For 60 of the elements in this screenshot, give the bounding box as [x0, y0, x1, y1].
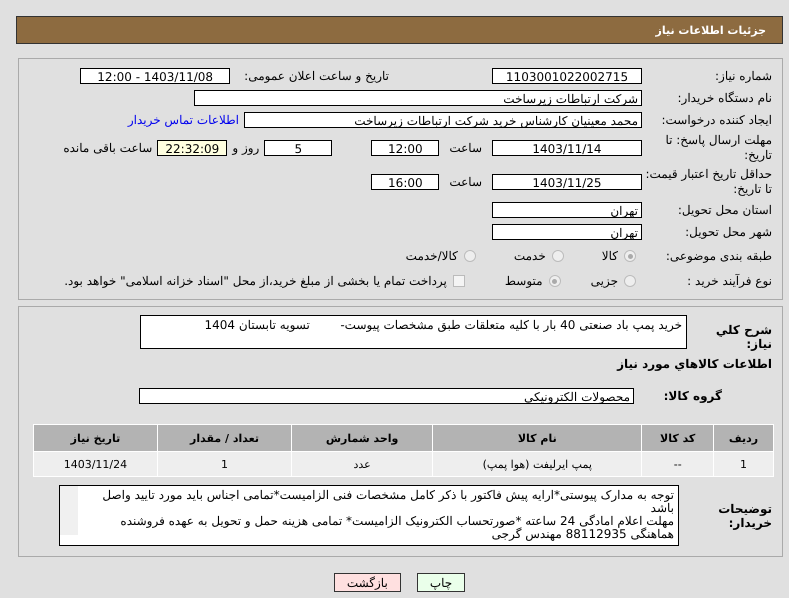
field-label: شهر محل تحویل: [684, 225, 773, 239]
description-field: خرید پمپ باد صنعتی 40 بار با کلیه متعلقات طبق مشخصات پیوست- تسویه تابستان 1404 [140, 315, 687, 349]
column-header: واحد شمارش [292, 424, 433, 452]
field-label: طبقه بندی موضوعی: [664, 249, 773, 263]
field-label: شرح کلي نياز: [714, 322, 773, 351]
field-label: مهلت ارسال پاسخ: تا تاریخ: [664, 133, 773, 163]
buyer-contact-link[interactable]: اطلاعات تماس خریدار [128, 113, 239, 127]
table-cell: عدد [292, 452, 433, 476]
scrollbar[interactable] [60, 486, 78, 535]
price-time-field: 16:00 [371, 174, 440, 190]
field-label: گروه کالا: [662, 389, 723, 403]
field-label: نام دستگاه خریدار: [676, 91, 773, 105]
field-label: روز و [232, 141, 260, 155]
field-label: تاریخ و ساعت اعلان عمومی: [244, 69, 389, 83]
field-label: استان محل تحویل: [676, 203, 773, 217]
back-button[interactable]: بازگشت [334, 573, 401, 592]
field-label: ساعت [449, 175, 482, 189]
page-header: جزئیات اطلاعات نیاز [16, 16, 783, 44]
table-cell: -- [642, 452, 714, 476]
radio-label: خدمت [514, 249, 546, 263]
radio-button[interactable] [552, 250, 564, 262]
remaining-time-field: 22:32:09 [157, 140, 228, 156]
column-header: کد کالا [642, 424, 714, 452]
radio-button[interactable] [624, 250, 636, 262]
column-header: نام کالا [432, 424, 642, 452]
price-date-field: 1403/11/25 [492, 174, 642, 190]
payment-label: پرداخت تمام یا بخشی از مبلغ خرید،از محل "اسناد خزانه اسلامی" خواهد بود. [64, 274, 447, 288]
column-header: تعداد / مقدار [157, 424, 292, 452]
field-label: شماره نیاز: [714, 69, 773, 83]
field-label: توضیحات خریدار: [717, 502, 773, 530]
field-label: ایجاد کننده درخواست: [660, 113, 773, 127]
radio-button[interactable] [548, 275, 561, 287]
buyer-notes-field: توجه به مدارک پیوستی*ارایه پیش فاکتور با ذکر کامل مشخصات فنی الزامیست*تمامی اجناس باید مورد تایید واصل باشد مهلت اعلام امادگی 24 ساعته *صورتحساب الکترونیک الزامیست* تمامی هزینه حمل و تحویل به عهده فروشنده هماهنگی 88112935 مهندس گرجی [59, 485, 679, 546]
buyer-org-field: شرکت ارتباطات زیرساخت [194, 90, 642, 106]
radio-label: جزیی [590, 274, 618, 288]
field-label: نوع فرآیند خرید : [686, 274, 773, 288]
days-field: 5 [264, 140, 332, 156]
announce-date-field: 1403/11/08 - 12:00 [80, 68, 230, 84]
radio-label: متوسط [504, 274, 543, 288]
reply-time-field: 12:00 [371, 140, 440, 156]
print-button[interactable]: چاپ [416, 573, 466, 592]
field-label: حداقل تاریخ اعتبار قیمت: تا تاریخ: [644, 167, 773, 197]
table-cell: 1 [713, 452, 774, 476]
table-cell: 1403/11/24 [34, 452, 158, 476]
column-header: تاریخ نیاز [34, 424, 158, 452]
goods-group-field: محصولات الکترونیکی [139, 388, 634, 404]
section-title: اطلاعات كالاهاي مورد نياز [616, 357, 773, 371]
field-label: ساعت [449, 141, 482, 155]
requester-field: محمد معینیان کارشناس خرید شرکت ارتباطات زیرساخت [244, 112, 642, 128]
radio-label: کالا/خدمت [406, 249, 458, 263]
radio-button[interactable] [464, 250, 476, 262]
payment-checkbox[interactable] [452, 275, 465, 287]
radio-label: کالا [602, 249, 618, 263]
column-header: ردیف [713, 424, 774, 452]
table-cell: پمپ ایرلیفت (هوا پمپ) [432, 452, 642, 476]
reply-date-field: 1403/11/14 [492, 140, 642, 156]
radio-button[interactable] [624, 275, 636, 287]
field-label: ساعت باقی مانده [63, 141, 152, 155]
need-number-field: 1103001022002715 [492, 68, 642, 84]
table-cell: 1 [157, 452, 292, 476]
